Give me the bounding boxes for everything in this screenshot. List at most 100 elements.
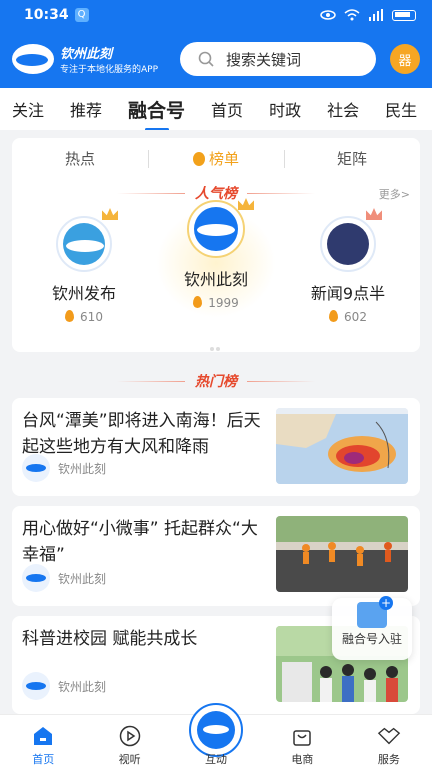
- user-avatar-button[interactable]: 器: [390, 44, 420, 74]
- source-name: 钦州此刻: [58, 679, 107, 694]
- signal-icon: [369, 9, 383, 21]
- account-name: 钦州发布: [51, 284, 116, 303]
- news-title: 台风“潭美”即将进入南海！后天起这些地方有大风和降雨: [22, 411, 261, 457]
- page-indicator: [210, 336, 222, 351]
- popular-accounts: 钦州发布 610 钦州此刻 1999 新闻9点半 602: [12, 198, 420, 351]
- account-count-value: 610: [80, 310, 103, 324]
- status-icons: [320, 9, 416, 21]
- source-avatar: [22, 564, 50, 592]
- source-name: 钦州此刻: [58, 571, 107, 586]
- crown-icon: [102, 208, 118, 220]
- account-item[interactable]: 钦州此刻 1999: [148, 198, 284, 348]
- home-icon: [34, 727, 53, 745]
- flame-icon: [193, 296, 203, 308]
- tab-fusion[interactable]: 融合号: [128, 96, 185, 130]
- status-bar: 10:34 Q: [0, 0, 432, 30]
- nav-home-label: 首页: [32, 753, 55, 766]
- account-avatar: [56, 216, 112, 272]
- account-name: 钦州此刻: [183, 270, 248, 289]
- join-fusion-label: 融合号入驻: [341, 632, 402, 646]
- play-icon: [119, 725, 140, 747]
- account-name: 新闻9点半: [310, 284, 386, 303]
- source-name: 钦州此刻: [58, 461, 107, 476]
- avatar-label: 器: [398, 53, 412, 69]
- nav-service-label: 服务: [377, 753, 400, 766]
- typhoon-map-image: [276, 408, 408, 484]
- eye-icon: [320, 10, 336, 20]
- search-icon: [198, 51, 214, 67]
- app-logo: 钦州此刻 专注于本地化服务的APP: [12, 43, 178, 75]
- box-plus-icon: [357, 596, 393, 628]
- battery-icon: [392, 9, 416, 21]
- news-thumbnail: [276, 408, 408, 484]
- nav-interact[interactable]: 互动: [173, 703, 259, 768]
- status-time: 10:34: [24, 7, 69, 23]
- more-link[interactable]: 更多>: [379, 186, 410, 202]
- subtab-rank-label: 榜单: [208, 149, 239, 168]
- flame-icon: [65, 310, 75, 322]
- tab-follow[interactable]: 关注: [12, 97, 44, 121]
- channel-tabs: 关注 推荐 融合号 首页 时政 社会 民生: [0, 88, 432, 130]
- ranking-card: 热点 榜单 矩阵 人气榜 更多> 钦州发布 610 钦州此刻 1999 新闻9点…: [12, 138, 420, 352]
- account-item[interactable]: 钦州发布 610: [16, 208, 152, 348]
- subtab-hot[interactable]: 热点: [12, 148, 148, 169]
- account-avatar: [187, 200, 245, 258]
- sub-tabs: 热点 榜单 矩阵: [12, 138, 420, 178]
- nav-interact-label: 互动: [205, 753, 228, 766]
- medal-icon: [192, 151, 205, 166]
- interact-center-button[interactable]: [189, 703, 244, 757]
- account-count-value: 602: [344, 310, 367, 324]
- dolphin-logo-icon: [197, 711, 236, 749]
- news-thumbnail: [276, 516, 408, 592]
- tab-politics[interactable]: 时政: [269, 97, 301, 121]
- join-fusion-button[interactable]: 融合号入驻: [332, 596, 412, 660]
- flame-icon: [329, 310, 339, 322]
- road-work-image: [276, 516, 408, 592]
- shopping-bag-icon: [293, 730, 312, 746]
- account-count: 1999: [148, 296, 284, 310]
- logo-subtitle: 专注于本地化服务的APP: [60, 65, 159, 75]
- logo-title: 钦州此刻: [60, 47, 113, 62]
- tab-recommend[interactable]: 推荐: [70, 97, 102, 121]
- account-count: 610: [16, 310, 152, 324]
- nav-shop-label: 电商: [291, 753, 314, 766]
- source-avatar: [22, 454, 50, 482]
- nav-home[interactable]: 首页: [0, 715, 86, 768]
- nav-shop[interactable]: 电商: [259, 715, 345, 768]
- hot-list-title: 热门榜: [195, 374, 237, 390]
- news-source: 钦州此刻: [22, 454, 106, 482]
- divider: [247, 380, 315, 382]
- nav-service[interactable]: 服务: [346, 715, 432, 768]
- search-input[interactable]: 搜索关键词: [180, 42, 376, 76]
- news-source: 钦州此刻: [22, 672, 106, 700]
- subtab-rank[interactable]: 榜单: [148, 148, 284, 169]
- subtab-matrix[interactable]: 矩阵: [284, 148, 420, 169]
- news-title: 用心做好“小微事” 托起群众“大幸福”: [22, 519, 258, 565]
- hot-list-title-row: 热门榜: [0, 366, 432, 396]
- divider: [117, 192, 185, 194]
- bottom-nav: 首页 视听 互动 电商 服务: [0, 703, 432, 768]
- app-header: 钦州此刻 专注于本地化服务的APP 搜索关键词 器: [0, 30, 432, 88]
- search-placeholder: 搜索关键词: [226, 50, 302, 69]
- news-title: 科普进校园 赋能共成长: [22, 629, 198, 649]
- divider: [117, 380, 185, 382]
- handshake-icon: [377, 727, 401, 745]
- divider: [247, 192, 315, 194]
- news-source: 钦州此刻: [22, 564, 106, 592]
- nav-av[interactable]: 视听: [86, 715, 172, 768]
- tab-home[interactable]: 首页: [211, 97, 243, 121]
- source-avatar: [22, 672, 50, 700]
- nav-av-label: 视听: [118, 753, 141, 766]
- news-item[interactable]: 台风“潭美”即将进入南海！后天起这些地方有大风和降雨 钦州此刻: [12, 398, 420, 496]
- logo-icon: [12, 44, 54, 74]
- account-avatar: [320, 216, 376, 272]
- notification-icon: Q: [74, 8, 89, 22]
- wifi-icon: [344, 9, 360, 21]
- account-count: 602: [280, 310, 416, 324]
- crown-icon: [366, 208, 382, 220]
- tab-society[interactable]: 社会: [327, 97, 359, 121]
- account-count-value: 1999: [208, 296, 239, 310]
- tab-livelihood[interactable]: 民生: [385, 97, 417, 121]
- account-item[interactable]: 新闻9点半 602: [280, 208, 416, 348]
- news-item[interactable]: 用心做好“小微事” 托起群众“大幸福” 钦州此刻: [12, 506, 420, 606]
